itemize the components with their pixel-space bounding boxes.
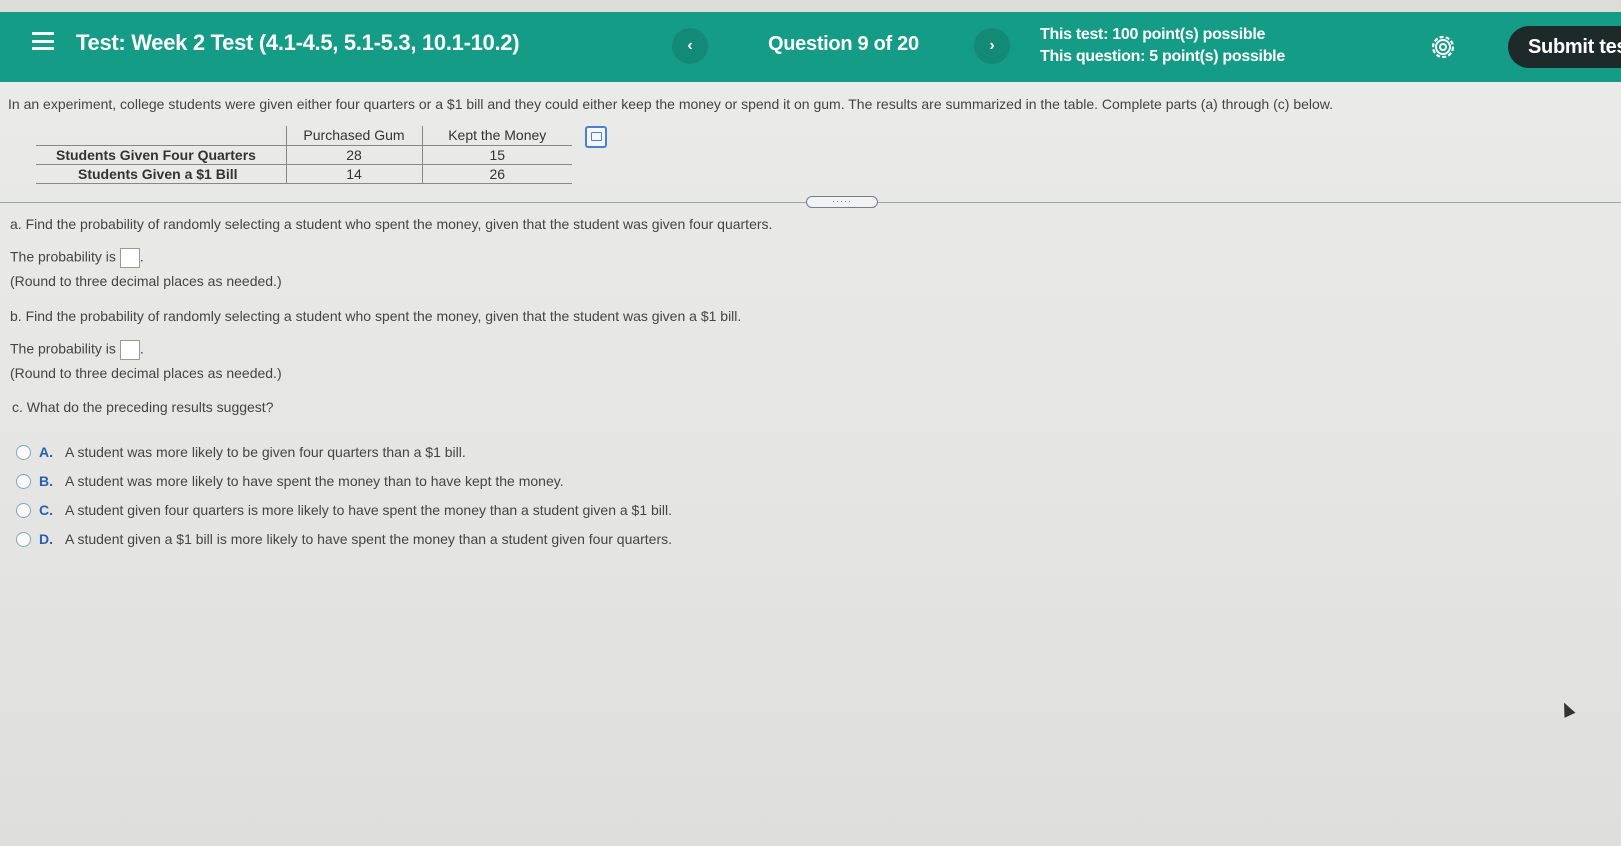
- submit-test-button[interactable]: Submit test: [1508, 26, 1621, 68]
- option-text: A student given four quarters is more li…: [65, 502, 673, 518]
- part-b-answer-prefix: The probability is: [10, 340, 116, 357]
- table-row: Students Given a $1 Bill 14 26: [36, 163, 572, 184]
- data-table: Purchased Gum Kept the Money Students Gi…: [36, 126, 572, 184]
- part-b-answer-line: The probability is.: [10, 340, 144, 360]
- settings-gear-icon[interactable]: [1430, 34, 1456, 60]
- option-letter: A.: [39, 444, 53, 460]
- previous-question-button[interactable]: ‹: [672, 28, 708, 64]
- question-content: In an experiment, college students were …: [0, 82, 1621, 846]
- next-question-button[interactable]: ›: [974, 28, 1010, 64]
- part-c-question: c. What do the preceding results suggest…: [12, 399, 274, 415]
- option-d[interactable]: D. A student given a $1 bill is more lik…: [16, 531, 672, 547]
- test-title: Test: Week 2 Test (4.1-4.5, 5.1-5.3, 10.…: [76, 30, 520, 55]
- part-a-question: a. Find the probability of randomly sele…: [10, 216, 773, 232]
- problem-intro: In an experiment, college students were …: [8, 96, 1334, 112]
- browser-edge: [0, 0, 1621, 12]
- table-row: Students Given Four Quarters 28 15: [36, 144, 572, 165]
- radio-icon[interactable]: [16, 502, 31, 518]
- part-a-hint: (Round to three decimal places as needed…: [10, 273, 282, 289]
- part-a-answer-line: The probability is.: [10, 248, 144, 268]
- table-corner: [36, 126, 286, 146]
- test-header-bar: Test: Week 2 Test (4.1-4.5, 5.1-5.3, 10.…: [0, 12, 1621, 82]
- table-cell: 28: [285, 145, 422, 165]
- copy-table-icon[interactable]: [585, 126, 607, 148]
- radio-icon[interactable]: [16, 531, 31, 547]
- part-a-answer-suffix: .: [139, 248, 144, 265]
- option-a[interactable]: A. A student was more likely to be given…: [16, 444, 466, 460]
- points-info: This test: 100 point(s) possible This qu…: [1040, 24, 1285, 68]
- option-letter: B.: [39, 473, 53, 489]
- radio-icon[interactable]: [16, 473, 31, 489]
- row-label: Students Given a $1 Bill: [36, 163, 286, 184]
- col-header-kept-money: Kept the Money: [421, 126, 572, 146]
- part-b-answer-input[interactable]: [119, 340, 140, 360]
- option-letter: D.: [39, 531, 53, 547]
- option-text: A student given a $1 bill is more likely…: [65, 531, 673, 547]
- option-text: A student was more likely to be given fo…: [65, 444, 466, 460]
- question-points-label: This question: 5 point(s) possible: [1040, 48, 1285, 65]
- part-b-question: b. Find the probability of randomly sele…: [10, 308, 742, 324]
- part-a-answer-prefix: The probability is: [10, 248, 116, 265]
- table-cell: 26: [421, 164, 572, 184]
- resize-handle[interactable]: ·····: [806, 196, 878, 208]
- table-cell: 15: [421, 145, 572, 165]
- part-b-hint: (Round to three decimal places as needed…: [10, 365, 282, 381]
- test-points-label: This test: 100 point(s) possible: [1040, 26, 1266, 43]
- part-b-answer-suffix: .: [139, 340, 144, 357]
- row-label: Students Given Four Quarters: [36, 144, 286, 165]
- part-a-answer-input[interactable]: [119, 248, 140, 268]
- option-letter: C.: [39, 502, 53, 518]
- option-text: A student was more likely to have spent …: [65, 473, 564, 489]
- option-b[interactable]: B. A student was more likely to have spe…: [16, 473, 564, 489]
- hamburger-menu-icon[interactable]: [32, 32, 54, 50]
- radio-icon[interactable]: [16, 444, 31, 460]
- col-header-purchased-gum: Purchased Gum: [285, 126, 422, 146]
- question-counter: Question 9 of 20: [768, 33, 919, 55]
- option-c[interactable]: C. A student given four quarters is more…: [16, 502, 672, 518]
- table-cell: 14: [285, 164, 422, 184]
